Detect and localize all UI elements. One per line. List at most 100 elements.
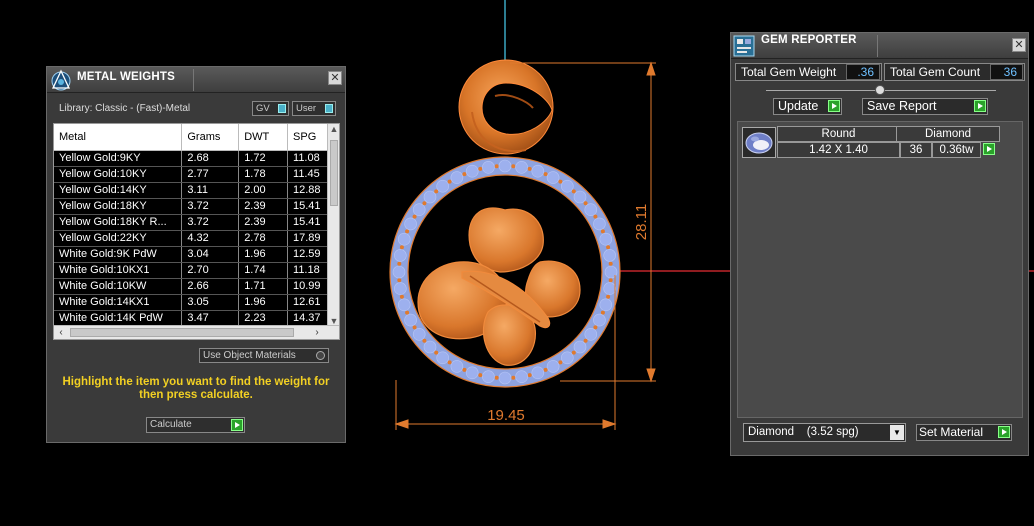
ring-gem — [603, 282, 617, 295]
col-header-dwt[interactable]: DWT — [238, 124, 289, 151]
metal-table-grid: Metal Grams DWT SPG Yellow Gold:9KY 2.68 1… — [54, 124, 328, 327]
prong — [447, 179, 452, 184]
material-select[interactable]: Diamond (3.52 spg) ▼ — [743, 423, 906, 442]
prong — [511, 375, 516, 380]
prong — [447, 360, 452, 365]
gem-thumbnail[interactable] — [742, 127, 776, 158]
vscroll-thumb[interactable] — [330, 140, 338, 206]
table-row[interactable]: Yellow Gold:22KY 4.32 2.78 17.89 — [54, 230, 328, 247]
gem-list[interactable]: Round Diamond 1.42 X 1.40 36 0.36tw — [737, 121, 1023, 418]
gem-reporter-title: GEM REPORTER — [761, 34, 857, 46]
scroll-up-icon[interactable]: ▲ — [328, 124, 339, 134]
table-row[interactable]: Yellow Gold:18KY R... 3.72 2.39 15.41 — [54, 214, 328, 231]
cell-grams: 2.66 — [181, 278, 240, 295]
library-label: Library: Classic - (Fast)-Metal — [59, 103, 191, 114]
prong — [543, 367, 548, 372]
ring-gem — [397, 232, 411, 246]
calculate-button[interactable]: Calculate — [146, 417, 245, 433]
chevron-down-icon[interactable]: ▼ — [890, 425, 904, 440]
play-arrow-icon — [828, 100, 840, 112]
prong — [494, 375, 499, 380]
table-row[interactable]: White Gold:14K PdW 3.47 2.23 14.37 — [54, 310, 328, 327]
cell-dwt: 2.39 — [238, 214, 289, 231]
update-label: Update — [778, 99, 819, 113]
prong — [527, 166, 532, 171]
gem-row-arrow-icon[interactable] — [983, 143, 995, 155]
cell-spg: 15.41 — [287, 214, 328, 231]
splitter-handle[interactable] — [875, 85, 885, 95]
calculate-label: Calculate — [150, 419, 192, 430]
scroll-right-icon[interactable]: › — [310, 326, 324, 339]
gem-reporter-titlebar[interactable]: GEM REPORTER ✕ — [731, 33, 1028, 59]
ring-gem — [404, 313, 417, 327]
gem-shape: Round — [777, 126, 900, 142]
bail[interactable] — [458, 59, 554, 155]
table-row[interactable]: Yellow Gold:14KY 3.11 2.00 12.88 — [54, 182, 328, 199]
metal-weights-close-icon[interactable]: ✕ — [328, 71, 342, 85]
ring-gem — [482, 161, 495, 174]
col-header-spg[interactable]: SPG — [287, 124, 328, 151]
ring-gem — [423, 190, 437, 204]
gem-size: 1.42 X 1.40 — [777, 142, 900, 158]
update-button[interactable]: Update — [773, 98, 842, 115]
col-header-metal[interactable]: Metal — [54, 124, 183, 151]
prong — [434, 350, 439, 355]
ring-gem — [515, 370, 528, 384]
prong — [397, 261, 402, 266]
hscroll-thumb[interactable] — [70, 328, 294, 337]
ring-gem — [450, 171, 464, 184]
user-toggle[interactable]: User — [292, 101, 336, 116]
prong — [399, 294, 404, 299]
table-row[interactable]: White Gold:9K PdW 3.04 1.96 12.59 — [54, 246, 328, 263]
cell-grams: 3.04 — [181, 246, 240, 263]
user-toggle-knob — [325, 104, 333, 113]
prong — [527, 373, 532, 378]
table-row[interactable]: White Gold:14KX1 3.05 1.96 12.61 — [54, 294, 328, 311]
table-row[interactable]: White Gold:10KX1 2.70 1.74 11.18 — [54, 262, 328, 279]
gem-count: 36 — [900, 142, 932, 158]
ring-gem — [546, 360, 560, 373]
gv-toggle[interactable]: GV — [252, 101, 289, 116]
table-row[interactable]: Yellow Gold:18KY 3.72 2.39 15.41 — [54, 198, 328, 215]
title-divider — [193, 69, 194, 91]
butterfly[interactable] — [417, 207, 581, 366]
ring-gem — [599, 232, 613, 246]
gem-reporter-close-icon[interactable]: ✕ — [1012, 38, 1026, 52]
metal-table-vscroll[interactable]: ▲ ▼ — [327, 124, 339, 326]
prong — [558, 360, 563, 365]
scroll-left-icon[interactable]: ‹ — [54, 326, 68, 339]
metal-weights-titlebar[interactable]: METAL WEIGHTS ✕ — [47, 67, 345, 93]
prong — [405, 310, 410, 315]
play-arrow-icon — [974, 100, 986, 112]
cell-dwt: 1.72 — [238, 150, 289, 167]
ring-gem — [498, 371, 512, 385]
set-material-button[interactable]: Set Material — [916, 424, 1012, 441]
ring-gem — [498, 159, 512, 173]
prong — [600, 229, 605, 234]
cell-grams: 3.11 — [181, 182, 240, 199]
table-row[interactable]: Yellow Gold:9KY 2.68 1.72 11.08 — [54, 150, 328, 167]
cell-dwt: 2.23 — [238, 310, 289, 327]
prong — [462, 367, 467, 372]
table-row[interactable]: Yellow Gold:10KY 2.77 1.78 11.45 — [54, 166, 328, 183]
save-report-button[interactable]: Save Report — [862, 98, 988, 115]
prong — [606, 294, 611, 299]
dimension-width-label: 19.45 — [487, 407, 525, 424]
use-object-materials-toggle[interactable]: Use Object Materials — [199, 348, 329, 363]
metal-table-hscroll[interactable]: ‹ › — [54, 325, 339, 339]
play-arrow-icon — [231, 419, 243, 431]
ring-gem — [465, 366, 479, 380]
col-header-grams[interactable]: Grams — [181, 124, 240, 151]
gem-reporter-panel: GEM REPORTER ✕ Total Gem Weight .36 Tota… — [730, 32, 1029, 456]
prong — [571, 189, 576, 194]
ring-gem — [560, 351, 574, 365]
cell-dwt: 2.00 — [238, 182, 289, 199]
cell-metal: Yellow Gold:22KY — [54, 230, 183, 247]
metal-weights-app-icon — [51, 69, 71, 91]
table-row[interactable]: White Gold:10KW 2.66 1.71 10.99 — [54, 278, 328, 295]
ring-gem — [573, 340, 587, 354]
prong — [412, 214, 417, 219]
prong — [494, 164, 499, 169]
ring-gem — [397, 298, 411, 312]
metal-table[interactable]: Metal Grams DWT SPG Yellow Gold:9KY 2.68 1… — [53, 123, 340, 340]
